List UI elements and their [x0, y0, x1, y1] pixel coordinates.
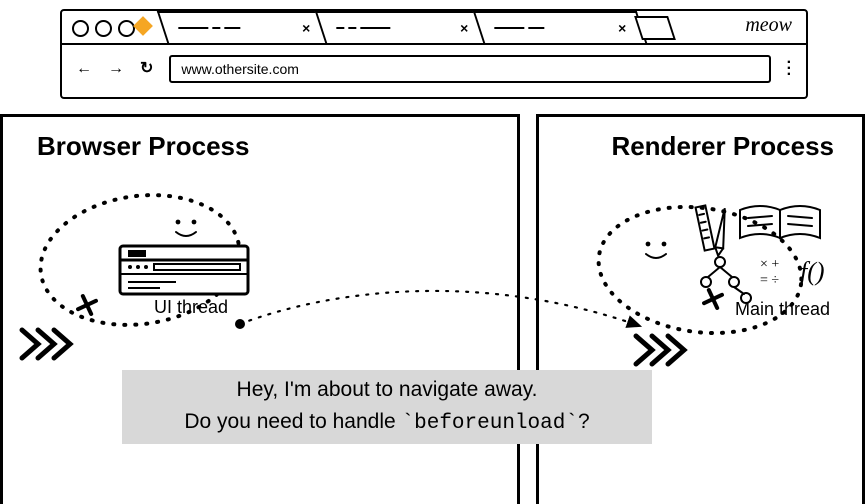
back-button[interactable]: ← [76, 61, 92, 77]
traffic-lights [72, 20, 135, 37]
tab-close-icon[interactable]: × [302, 21, 310, 35]
tab[interactable]: × [157, 11, 331, 43]
msg-line-2: Do you need to handle `beforeunload`? [122, 406, 652, 440]
tab-bar: × × × meow [62, 11, 806, 45]
forward-button[interactable]: → [108, 61, 124, 77]
overflow-menu-icon[interactable]: ··· [787, 60, 792, 78]
brand-text: meow [745, 15, 792, 35]
traffic-light[interactable] [72, 20, 89, 37]
browser-process-title: Browser Process [37, 133, 249, 159]
tab-close-icon[interactable]: × [460, 21, 468, 35]
browser-chrome: × × × meow ← → ↻ ··· [60, 9, 808, 99]
new-tab-button[interactable] [634, 16, 676, 40]
reload-button[interactable]: ↻ [140, 61, 153, 77]
url-bar[interactable] [169, 55, 770, 83]
tab[interactable]: × [315, 11, 489, 43]
traffic-light[interactable] [118, 20, 135, 37]
tab-close-icon[interactable]: × [618, 21, 626, 35]
toolbar: ← → ↻ ··· [62, 45, 806, 93]
brand-diamond-icon [133, 16, 153, 36]
traffic-light[interactable] [95, 20, 112, 37]
tab[interactable]: × [473, 11, 647, 43]
browser-process-panel: Browser Process [0, 114, 520, 504]
renderer-process-title: Renderer Process [611, 133, 834, 159]
ui-thread-label: UI thread [154, 298, 228, 316]
main-thread-label: Main thread [735, 300, 830, 318]
msg-line-1: Hey, I'm about to navigate away. [122, 374, 652, 406]
ipc-message-box: Hey, I'm about to navigate away. Do you … [122, 370, 652, 444]
